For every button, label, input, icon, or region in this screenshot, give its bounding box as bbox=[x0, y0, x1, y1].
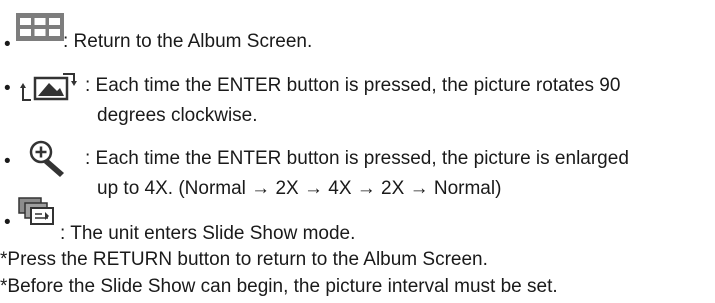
item-zoom-line-1: : Each time the ENTER button is pressed,… bbox=[85, 148, 629, 169]
bullet: • bbox=[4, 151, 11, 172]
item-album-line-1: : Return to the Album Screen. bbox=[63, 31, 313, 52]
item-rotate-line-1: : Each time the ENTER button is pressed,… bbox=[85, 75, 621, 96]
bullet: • bbox=[4, 34, 11, 55]
item-rotate-line-2: degrees clockwise. bbox=[97, 105, 258, 126]
rotate-picture-icon bbox=[17, 71, 81, 103]
bullet: • bbox=[4, 78, 11, 99]
note-interval: *Before the Slide Show can begin, the pi… bbox=[0, 276, 558, 297]
item-slideshow-line-1: : The unit enters Slide Show mode. bbox=[60, 223, 356, 244]
album-grid-icon bbox=[16, 13, 64, 41]
bullet: • bbox=[4, 212, 11, 233]
zoom-in-icon bbox=[27, 139, 71, 179]
item-zoom-line-2: up to 4X. (Normal → 2X → 4X → 2X → Norma… bbox=[97, 178, 502, 199]
slide-show-icon bbox=[16, 197, 54, 227]
instruction-document: • : Return to the Album Screen. • : Each… bbox=[0, 0, 715, 303]
note-return: *Press the RETURN button to return to th… bbox=[0, 249, 488, 270]
